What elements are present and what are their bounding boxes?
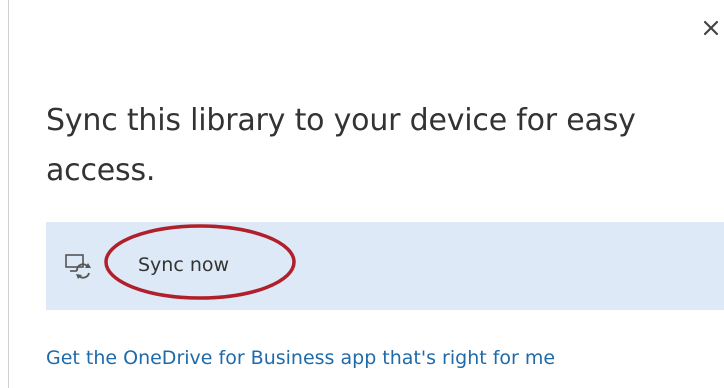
sync-device-icon xyxy=(64,252,94,280)
sync-dialog: Sync this library to your device for eas… xyxy=(0,0,724,388)
onedrive-app-link[interactable]: Get the OneDrive for Business app that's… xyxy=(46,347,555,369)
close-icon xyxy=(703,20,719,36)
close-button[interactable] xyxy=(700,14,722,42)
sync-now-label: Sync now xyxy=(138,254,230,276)
panel-left-border xyxy=(8,0,9,388)
sync-now-button[interactable]: Sync now xyxy=(46,222,724,310)
dialog-heading: Sync this library to your device for eas… xyxy=(46,103,636,188)
